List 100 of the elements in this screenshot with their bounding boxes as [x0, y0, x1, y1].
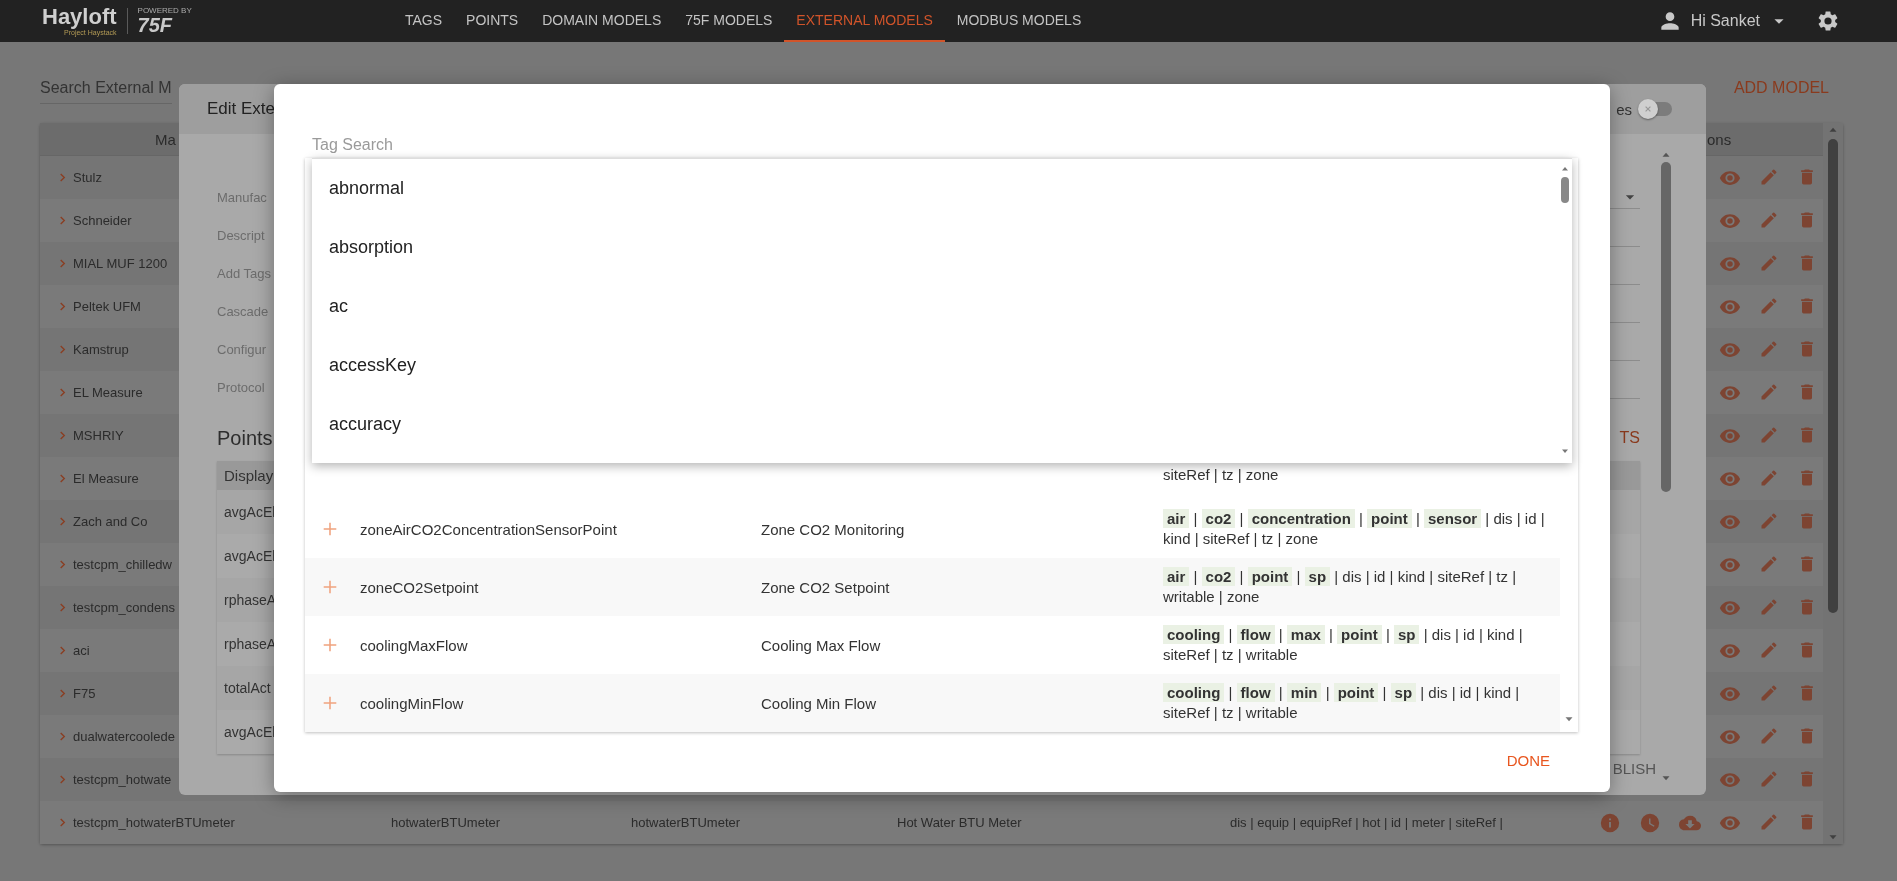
nav-tab[interactable]: DOMAIN MODELS [530, 0, 674, 42]
pencil-icon[interactable] [1759, 768, 1779, 789]
pencil-icon[interactable] [1759, 725, 1779, 746]
field-label: Configur [217, 341, 267, 357]
brand-logo-text: 75F [137, 15, 174, 35]
user-menu-button[interactable]: Hi Sanket [1690, 12, 1760, 30]
point-display-name: Cooling Max Flow [761, 636, 881, 654]
column-header: Ma [155, 130, 176, 148]
suggestion-item[interactable]: ac [312, 277, 1558, 336]
suggestion-item[interactable]: accessKey [312, 336, 1558, 395]
point-display-name: Zone CO2 Setpoint [761, 578, 890, 596]
column-header: Display [224, 467, 274, 484]
model-name: testcpm_chilledw [73, 557, 172, 572]
pencil-icon[interactable] [1759, 166, 1779, 187]
chevron-icon[interactable] [58, 603, 67, 612]
model-name: F75 [73, 686, 96, 701]
scrollbar-thumb[interactable] [1661, 162, 1671, 492]
table-cell: dis | equip | equipRef | hot | id | meter | siteRef | [1230, 815, 1503, 830]
info-icon[interactable] [1599, 811, 1621, 834]
tags-cell-text: air | co2 | point | sp | dis | id | kind | siteRef | tz | writable | zone [1163, 567, 1518, 607]
pencil-icon[interactable] [1759, 424, 1779, 445]
nav-tab[interactable]: MODBUS MODELS [944, 0, 1094, 42]
model-name: Kamstrup [73, 342, 129, 357]
field-label: Manufac [217, 189, 267, 205]
table-cell: avgAcEl [224, 548, 276, 564]
chevron-icon[interactable] [58, 689, 67, 698]
section-title: Points [217, 426, 273, 450]
done-button[interactable]: DONE [1506, 752, 1550, 769]
model-name: testcpm_hotwate [73, 772, 172, 787]
model-name: Zach and Co [73, 514, 148, 529]
point-name: coolingMinFlow [360, 694, 464, 712]
suggestion-item[interactable]: abnormal [312, 159, 1558, 218]
pencil-icon[interactable] [1759, 295, 1779, 316]
chevron-icon[interactable] [58, 173, 67, 182]
clock-icon[interactable] [1639, 811, 1661, 834]
point-name: zoneCO2Setpoint [360, 578, 479, 596]
powered-by-text: POWERED BY [137, 7, 192, 15]
chevron-icon[interactable] [58, 216, 67, 225]
scrollbar-thumb[interactable] [1561, 177, 1569, 203]
model-name: aci [73, 643, 90, 658]
pencil-icon[interactable] [1759, 639, 1779, 660]
table-cell: avgAcEl [224, 724, 276, 740]
table-cell: hotwaterBTUmeter [631, 815, 741, 830]
chevron-icon[interactable] [58, 560, 67, 569]
tags-cell-text: air | co2 | concentration | point | sensor | dis | id | kind | siteRef | tz | zone [1163, 509, 1546, 549]
chevron-icon[interactable] [58, 388, 67, 397]
chevron-icon[interactable] [58, 646, 67, 655]
add-icon[interactable] [323, 580, 337, 594]
chevron-icon[interactable] [58, 517, 67, 526]
pencil-icon[interactable] [1759, 811, 1779, 832]
x-icon [1644, 105, 1652, 113]
pencil-icon[interactable] [1759, 467, 1779, 488]
column-header: ons [1707, 130, 1732, 148]
model-name: Schneider [73, 213, 132, 228]
table-cell: avgAcEl [224, 504, 276, 520]
logo-text: Hayloft [42, 6, 117, 28]
scrollbar-thumb[interactable] [1828, 139, 1838, 613]
model-name: Peltek UFM [73, 299, 141, 314]
nav-tab[interactable]: POINTS [454, 0, 531, 42]
table-cell: rphaseA [224, 592, 277, 608]
chevron-icon[interactable] [58, 259, 67, 268]
add-icon[interactable] [323, 696, 337, 710]
table-cell: Hot Water BTU Meter [897, 815, 1022, 830]
pencil-icon[interactable] [1759, 510, 1779, 531]
suggestion-item[interactable]: absorption [312, 218, 1558, 277]
add-icon[interactable] [323, 638, 337, 652]
field-label: Protocol [217, 379, 265, 395]
point-name: zoneAirCO2ConcentrationSensorPoint [360, 520, 617, 538]
pencil-icon[interactable] [1759, 252, 1779, 273]
nav-tab[interactable]: 75F MODELS [673, 0, 785, 42]
model-name: EL Measure [73, 385, 143, 400]
chevron-icon[interactable] [58, 345, 67, 354]
chevron-icon[interactable] [58, 431, 67, 440]
pencil-icon[interactable] [1759, 596, 1779, 617]
pencil-icon[interactable] [1759, 682, 1779, 703]
chevron-icon[interactable] [58, 302, 67, 311]
pencil-icon[interactable] [1759, 209, 1779, 230]
tags-cell-text: cooling | flow | max | point | sp | dis | id | kind | siteRef | tz | writable [1163, 625, 1524, 665]
model-name: MIAL MUF 1200 [73, 256, 168, 271]
chevron-icon[interactable] [58, 732, 67, 741]
add-icon[interactable] [323, 522, 337, 536]
model-name: dualwatercoolede [73, 729, 175, 744]
chevron-icon[interactable] [58, 775, 67, 784]
point-display-name: Cooling Min Flow [761, 694, 877, 712]
model-name: Stulz [73, 170, 102, 185]
pencil-icon[interactable] [1759, 338, 1779, 359]
model-name: El Measure [73, 471, 139, 486]
tags-cell-text: siteRef | tz | zone [1163, 465, 1280, 485]
pencil-icon[interactable] [1759, 381, 1779, 402]
chevron-icon[interactable] [58, 818, 67, 827]
toggle-switch[interactable] [1640, 102, 1672, 116]
tags-cell-text: cooling | flow | min | point | sp | dis | id | kind | siteRef | tz | writable [1163, 683, 1521, 723]
field-label: Cascade [217, 303, 269, 319]
nav-tab[interactable]: EXTERNAL MODELS [784, 0, 945, 42]
chevron-icon[interactable] [58, 474, 67, 483]
pencil-icon[interactable] [1759, 553, 1779, 574]
nav-tab[interactable]: TAGS [393, 0, 455, 42]
settings-icon[interactable] [1816, 9, 1840, 33]
suggestion-item[interactable]: accuracy [312, 395, 1558, 454]
point-display-name: Zone CO2 Monitoring [761, 520, 905, 538]
